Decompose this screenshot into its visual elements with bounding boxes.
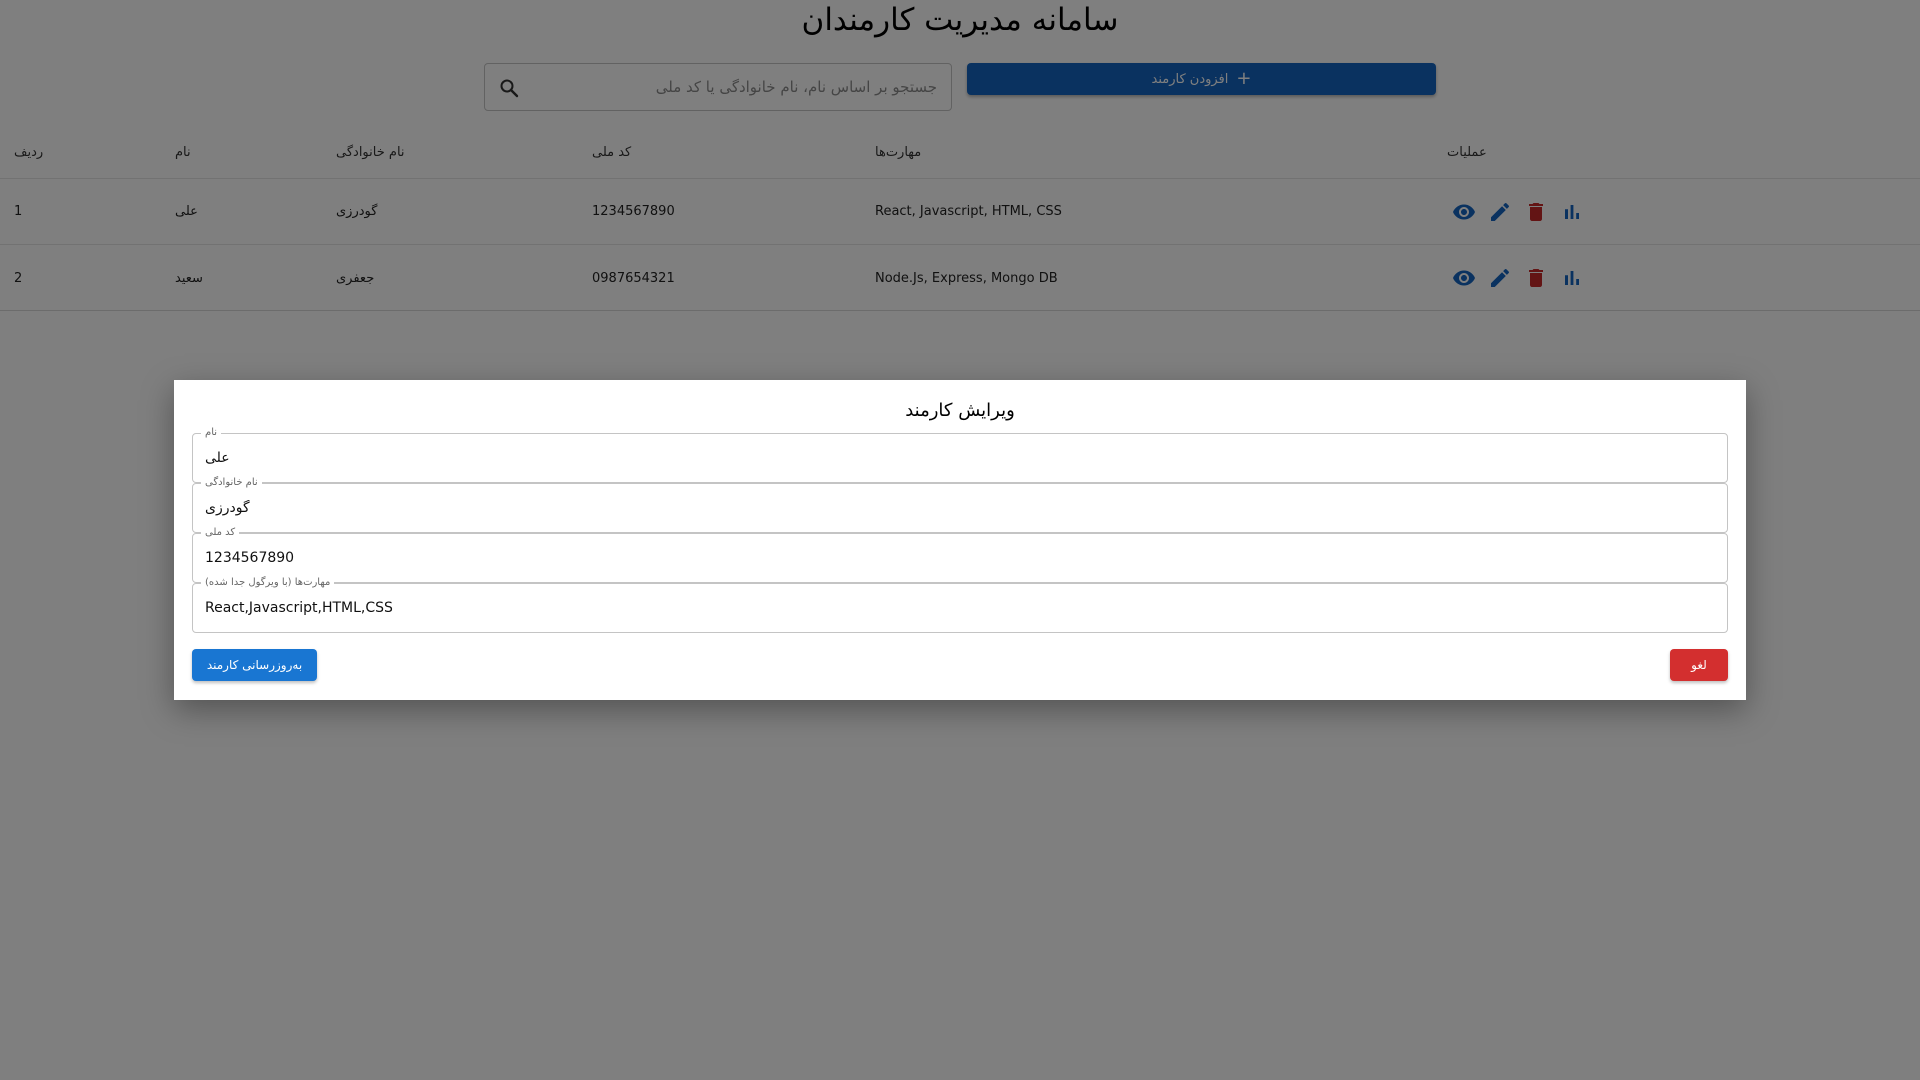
national-id-field: کد ملی	[192, 526, 1728, 583]
edit-employee-dialog: ویرایش کارمند نام نام خانوادگی کد ملی مه…	[174, 380, 1746, 700]
first-name-field: نام	[192, 426, 1728, 483]
last-name-field: نام خانوادگی	[192, 476, 1728, 533]
skills-field: مهارت‌ها (با ویرگول جدا شده)	[192, 576, 1728, 633]
skills-input[interactable]	[193, 584, 1727, 632]
first-name-input[interactable]	[193, 434, 1727, 482]
update-employee-button[interactable]: به‌روزرسانی کارمند	[192, 649, 317, 681]
dialog-title: ویرایش کارمند	[905, 400, 1015, 421]
national-id-input[interactable]	[193, 534, 1727, 582]
cancel-button[interactable]: لغو	[1670, 649, 1728, 681]
last-name-input[interactable]	[193, 484, 1727, 532]
